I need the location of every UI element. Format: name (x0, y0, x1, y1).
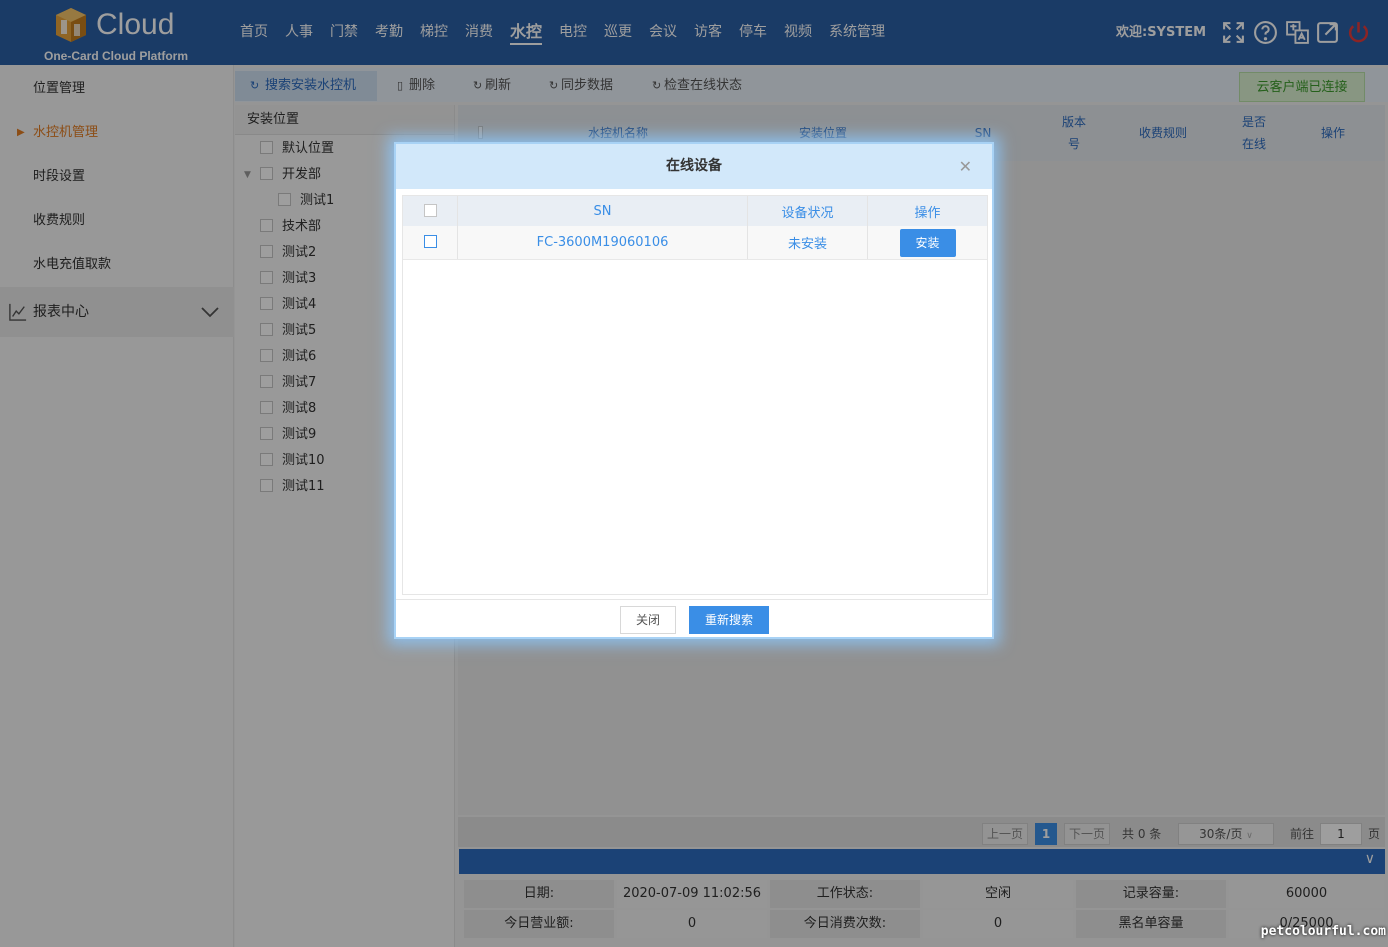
action-cell: 安装 (868, 226, 987, 259)
table-header: SN 设备状况 操作 (403, 196, 987, 226)
device-status: 未安装 (748, 226, 868, 259)
research-button[interactable]: 重新搜索 (689, 606, 769, 634)
online-devices-dialog: 在线设备 ✕ SN 设备状况 操作 FC-3600M19060106 未安装 安… (394, 142, 994, 639)
column-header-action: 操作 (914, 205, 941, 221)
column-header-sn: SN (458, 196, 748, 226)
select-all-checkbox[interactable] (423, 203, 437, 217)
close-button[interactable]: 关闭 (620, 606, 676, 634)
dialog-footer: 关闭 重新搜索 (396, 599, 992, 637)
dialog-title: 在线设备 (666, 158, 722, 174)
close-icon[interactable]: ✕ (959, 144, 972, 189)
row-select-cell (403, 226, 458, 259)
row-checkbox[interactable] (423, 235, 437, 248)
watermark: petcolourful.com (1260, 924, 1386, 939)
device-sn: FC-3600M19060106 (458, 226, 748, 259)
install-button[interactable]: 安装 (899, 228, 956, 257)
online-devices-table: SN 设备状况 操作 FC-3600M19060106 未安装 安装 (402, 195, 988, 595)
dialog-header: 在线设备 ✕ (396, 144, 992, 189)
select-all-cell (403, 196, 458, 226)
column-header-status: 设备状况 (748, 196, 868, 226)
table-row: FC-3600M19060106 未安装 安装 (403, 226, 987, 260)
